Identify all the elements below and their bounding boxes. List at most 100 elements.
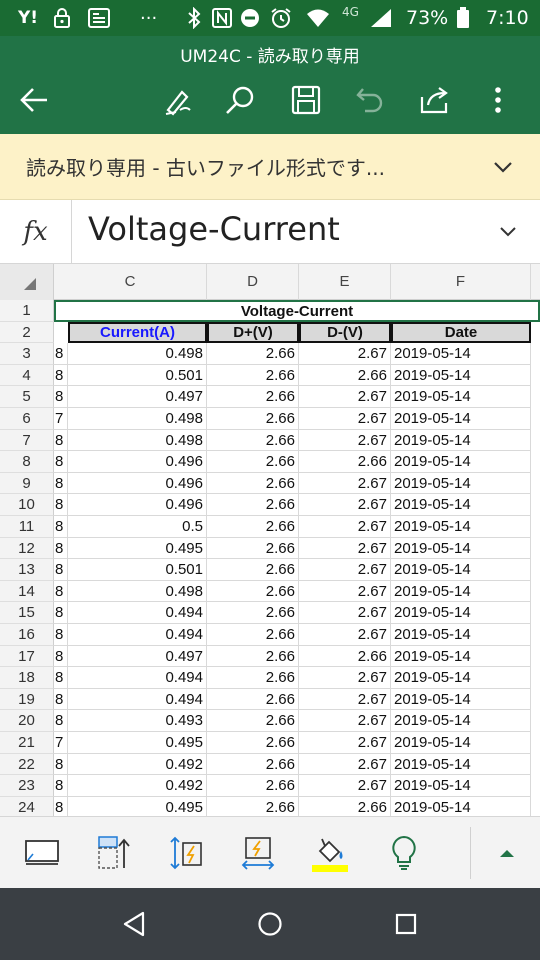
cell-b[interactable]: 8 (54, 559, 68, 581)
cell-dplus[interactable]: 2.66 (207, 645, 299, 668)
fill-color-icon[interactable] (310, 833, 350, 873)
formula-bar[interactable]: fx Voltage-Current (0, 200, 540, 264)
cell-date[interactable]: 2019-05-14 (391, 343, 531, 365)
back-nav-icon[interactable] (114, 904, 154, 944)
autofit-columns-icon[interactable] (238, 833, 278, 873)
cell-date[interactable]: 2019-05-14 (391, 451, 531, 473)
undo-icon[interactable] (352, 82, 388, 118)
cell-current[interactable]: 0.498 (68, 343, 207, 365)
cell-dplus[interactable]: 2.66 (207, 602, 299, 624)
row-header[interactable]: 23 (0, 775, 54, 797)
header-cell-current[interactable]: Current(A) (68, 321, 207, 344)
cell-dplus[interactable]: 2.66 (207, 472, 299, 495)
cell-dplus[interactable]: 2.66 (207, 364, 299, 387)
cell-current[interactable]: 0.497 (68, 645, 207, 668)
cell-dminus[interactable]: 2.67 (299, 559, 391, 581)
cell-current[interactable]: 0.492 (68, 753, 207, 776)
cell-b[interactable]: 8 (54, 516, 68, 538)
cell-dminus[interactable]: 2.67 (299, 580, 391, 603)
cell-b[interactable]: 8 (54, 667, 68, 689)
row-header[interactable]: 17 (0, 645, 54, 668)
cell-dminus[interactable]: 2.66 (299, 451, 391, 473)
cell-dplus[interactable]: 2.66 (207, 559, 299, 581)
row-header[interactable]: 6 (0, 408, 54, 430)
cell-dplus[interactable]: 2.66 (207, 753, 299, 776)
cell-b[interactable]: 8 (54, 580, 68, 603)
cell-dminus[interactable]: 2.66 (299, 364, 391, 387)
cell-current[interactable]: 0.495 (68, 732, 207, 754)
home-nav-icon[interactable] (250, 904, 290, 944)
cell-b[interactable]: 8 (54, 710, 68, 732)
cell-date[interactable]: 2019-05-14 (391, 710, 531, 732)
row-header[interactable]: 1 (0, 300, 54, 322)
row-header[interactable]: 10 (0, 494, 54, 516)
cell-date[interactable]: 2019-05-14 (391, 537, 531, 560)
cell-dminus[interactable]: 2.67 (299, 775, 391, 797)
cell-dplus[interactable]: 2.66 (207, 710, 299, 732)
expand-up-icon[interactable] (487, 833, 527, 873)
cell-current[interactable]: 0.496 (68, 494, 207, 516)
header-cell-dplus[interactable]: D+(V) (207, 321, 299, 344)
cell-b[interactable]: 8 (54, 688, 68, 711)
recents-nav-icon[interactable] (386, 904, 426, 944)
cell-current[interactable]: 0.498 (68, 429, 207, 452)
chevron-down-icon[interactable] (498, 222, 518, 246)
cell-current[interactable]: 0.496 (68, 472, 207, 495)
row-header[interactable]: 20 (0, 710, 54, 732)
column-header-c[interactable]: C (54, 264, 207, 300)
cell-current[interactable]: 0.494 (68, 667, 207, 689)
cell-current[interactable]: 0.493 (68, 710, 207, 732)
cell-b[interactable]: 8 (54, 451, 68, 473)
cell-dminus[interactable]: 2.67 (299, 472, 391, 495)
cell-date[interactable]: 2019-05-14 (391, 429, 531, 452)
cell-dminus[interactable]: 2.67 (299, 494, 391, 516)
cell-current[interactable]: 0.501 (68, 559, 207, 581)
cell-dminus[interactable]: 2.67 (299, 386, 391, 408)
cell-current[interactable]: 0.495 (68, 796, 207, 816)
cell-b[interactable]: 8 (54, 343, 68, 365)
insert-rows-icon[interactable] (94, 833, 134, 873)
cell-b[interactable]: 8 (54, 775, 68, 797)
chevron-down-icon[interactable] (492, 156, 514, 182)
cell-dminus[interactable]: 2.67 (299, 537, 391, 560)
cell-current[interactable]: 0.492 (68, 775, 207, 797)
header-cell-date[interactable]: Date (391, 321, 531, 344)
row-header[interactable]: 24 (0, 796, 54, 816)
row-header[interactable]: 16 (0, 624, 54, 646)
cell-dminus[interactable]: 2.67 (299, 688, 391, 711)
row-header[interactable]: 19 (0, 688, 54, 711)
column-header-e[interactable]: E (299, 264, 391, 300)
row-header[interactable]: 4 (0, 364, 54, 387)
cell-dminus[interactable]: 2.67 (299, 516, 391, 538)
cell-b[interactable]: 8 (54, 364, 68, 387)
cell-dplus[interactable]: 2.66 (207, 732, 299, 754)
cell-b[interactable]: 8 (54, 796, 68, 816)
cell-dminus[interactable]: 2.67 (299, 343, 391, 365)
cell-dminus[interactable]: 2.67 (299, 753, 391, 776)
cell-dplus[interactable]: 2.66 (207, 796, 299, 816)
cell-dplus[interactable]: 2.66 (207, 537, 299, 560)
cell-current[interactable]: 0.494 (68, 688, 207, 711)
cell-dplus[interactable]: 2.66 (207, 516, 299, 538)
cell-dplus[interactable]: 2.66 (207, 667, 299, 689)
row-header[interactable]: 3 (0, 343, 54, 365)
cell-date[interactable]: 2019-05-14 (391, 796, 531, 816)
cell-dminus[interactable]: 2.66 (299, 796, 391, 816)
cell-date[interactable]: 2019-05-14 (391, 602, 531, 624)
cell-date[interactable]: 2019-05-14 (391, 688, 531, 711)
cell-date[interactable]: 2019-05-14 (391, 386, 531, 408)
cell-dplus[interactable]: 2.66 (207, 386, 299, 408)
cell-current[interactable]: 0.495 (68, 537, 207, 560)
cell-date[interactable]: 2019-05-14 (391, 775, 531, 797)
cell-dminus[interactable]: 2.67 (299, 710, 391, 732)
row-header[interactable]: 11 (0, 516, 54, 538)
row-header[interactable]: 5 (0, 386, 54, 408)
cell-b[interactable]: 8 (54, 537, 68, 560)
cell-b[interactable]: 8 (54, 472, 68, 495)
formula-value[interactable]: Voltage-Current (88, 210, 340, 248)
cell-current[interactable]: 0.497 (68, 386, 207, 408)
cell-date[interactable]: 2019-05-14 (391, 408, 531, 430)
cell-dminus[interactable]: 2.67 (299, 667, 391, 689)
header-cell-dminus[interactable]: D-(V) (299, 321, 391, 344)
cell-date[interactable]: 2019-05-14 (391, 732, 531, 754)
